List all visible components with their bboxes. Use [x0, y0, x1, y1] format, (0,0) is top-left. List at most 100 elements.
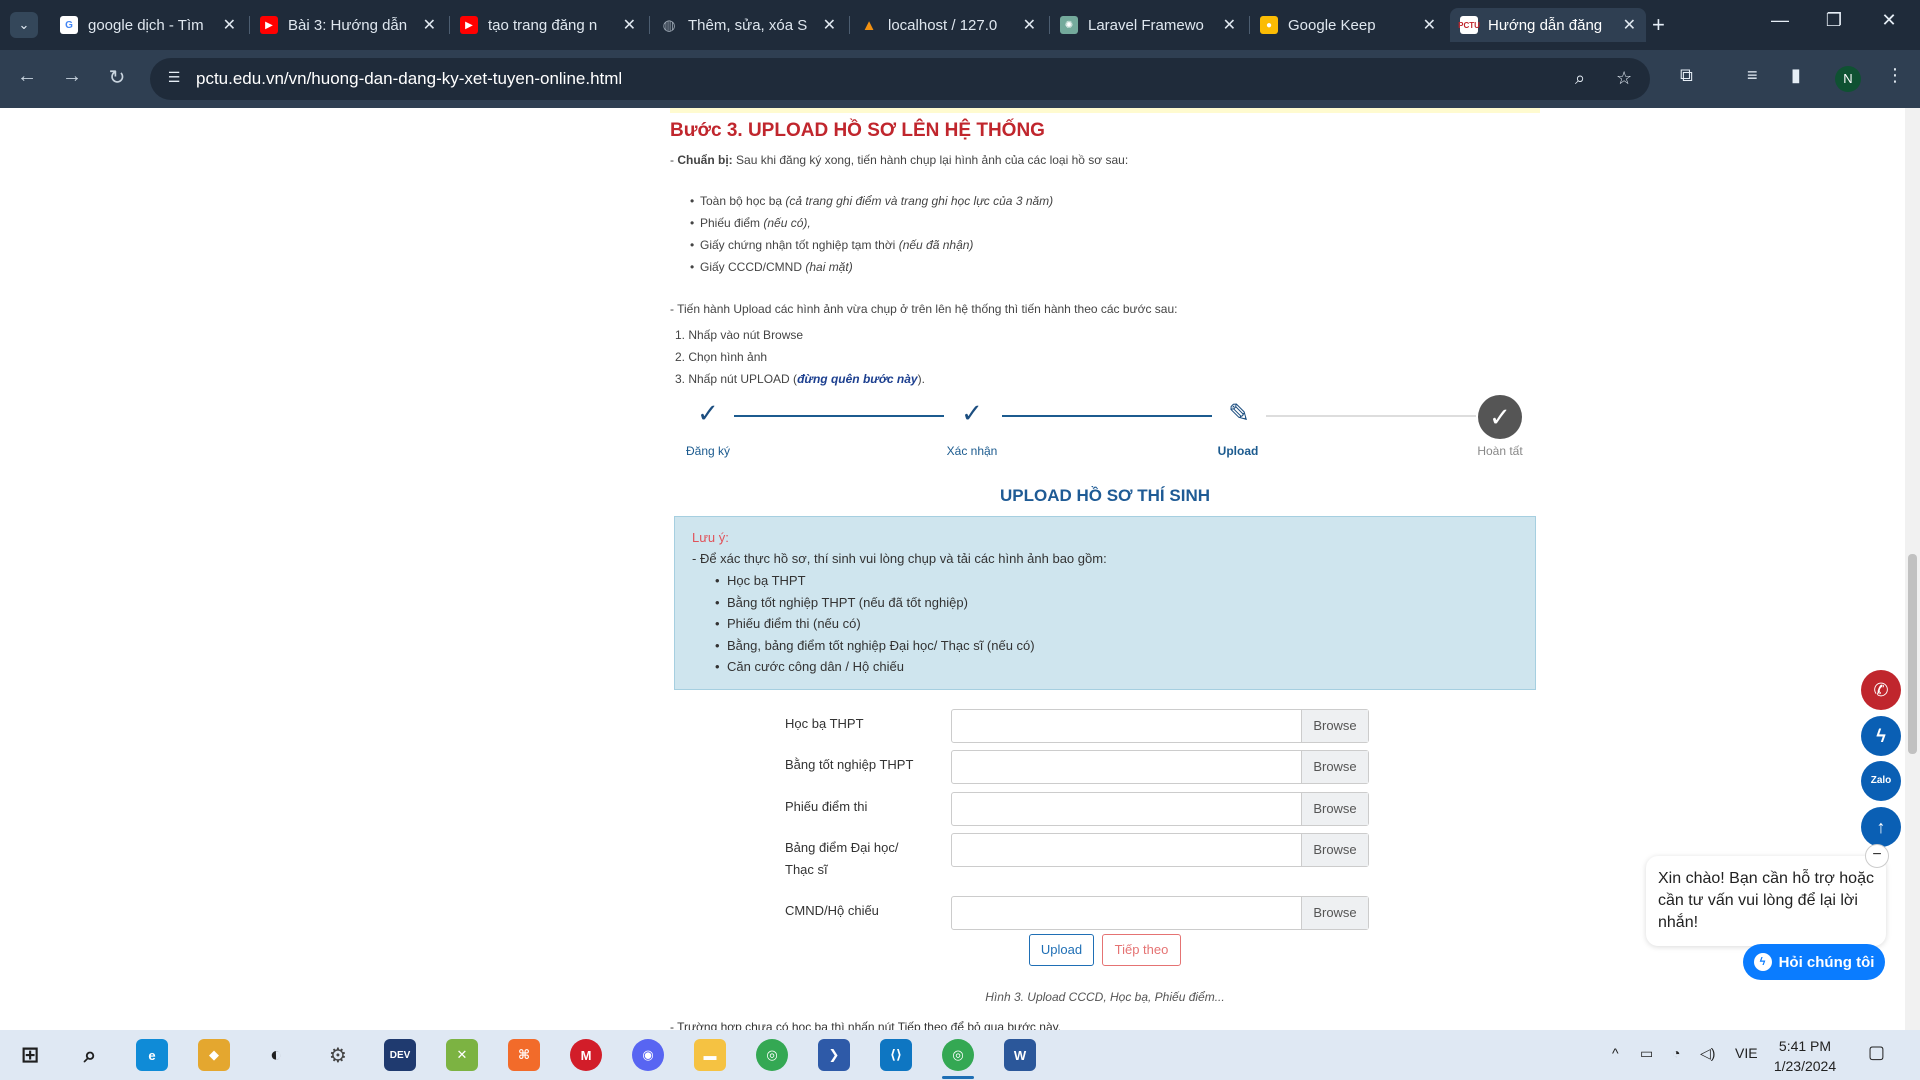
- site-info-icon[interactable]: ☰: [164, 69, 184, 89]
- vscode-icon[interactable]: ⟨⟩: [880, 1039, 912, 1071]
- checkmark-icon: ✓: [961, 398, 983, 428]
- media-controls-icon[interactable]: ≡: [1747, 65, 1758, 86]
- back-icon[interactable]: ←: [14, 65, 40, 88]
- close-window-icon[interactable]: ✕: [1874, 10, 1904, 31]
- close-icon[interactable]: ✕: [223, 15, 236, 35]
- stepper-line-pending: [1266, 415, 1476, 417]
- language-indicator[interactable]: VIE: [1735, 1045, 1758, 1061]
- close-icon[interactable]: ✕: [423, 15, 436, 35]
- xampp-icon[interactable]: ✕: [446, 1039, 478, 1071]
- tab-bai-3[interactable]: ▶ Bài 3: Hướng dẫn ✕: [250, 8, 446, 42]
- edge-icon[interactable]: e: [136, 1039, 168, 1071]
- browse-button[interactable]: Browse: [1301, 793, 1368, 825]
- file-input-cmnd[interactable]: Browse: [951, 896, 1369, 930]
- mindmanager-icon[interactable]: M: [570, 1039, 602, 1071]
- close-icon[interactable]: ✕: [1423, 15, 1436, 35]
- file-input-hoc-ba[interactable]: Browse: [951, 709, 1369, 743]
- tab-search-button[interactable]: ⌄: [10, 12, 38, 38]
- messenger-icon[interactable]: ϟ: [1861, 716, 1901, 756]
- step-label-xac-nhan: Xác nhận: [946, 444, 998, 458]
- zalo-icon[interactable]: Zalo: [1861, 761, 1901, 801]
- file-input-phieu-diem[interactable]: Browse: [951, 792, 1369, 826]
- chevron-up-icon[interactable]: ^: [1612, 1045, 1619, 1061]
- xampp-control-icon[interactable]: ⌘: [508, 1039, 540, 1071]
- windows-start-icon[interactable]: ⊞: [14, 1039, 46, 1071]
- file-input-bang-diem-dai-hoc[interactable]: Browse: [951, 833, 1369, 867]
- close-icon[interactable]: ✕: [623, 15, 636, 35]
- notification-icon[interactable]: ▢: [1868, 1042, 1885, 1063]
- tab-huong-dan[interactable]: PCTU Hướng dẫn đăng ✕: [1450, 8, 1646, 42]
- browse-button[interactable]: Browse: [1301, 710, 1368, 742]
- stepper-line-done: [734, 415, 944, 417]
- windows-taskbar: ⊞ ⌕ e ◆ ◐ ⚙ DEV ✕ ⌘ M ◉ ▬ ◎ ❯ ⟨⟩ ◎ W ^ ▭…: [0, 1030, 1920, 1080]
- close-icon[interactable]: ✕: [1223, 15, 1236, 35]
- new-tab-button[interactable]: +: [1652, 12, 1665, 38]
- game-controller-icon[interactable]: ◐: [260, 1039, 292, 1071]
- settings-gear-icon[interactable]: ⚙: [322, 1039, 354, 1071]
- word-icon[interactable]: W: [1004, 1039, 1036, 1071]
- system-clock[interactable]: 5:41 PM 1/23/2024: [1770, 1036, 1840, 1076]
- file-input-bang-tot-nghiep[interactable]: Browse: [951, 750, 1369, 784]
- google-icon: G: [60, 16, 78, 34]
- file-explorer-icon[interactable]: ▬: [694, 1039, 726, 1071]
- scroll-thumb[interactable]: [1908, 554, 1917, 754]
- close-icon[interactable]: ✕: [1023, 15, 1036, 35]
- upload-button[interactable]: Upload: [1029, 934, 1094, 966]
- chrome-icon[interactable]: ◎: [756, 1039, 788, 1071]
- bookmark-star-icon[interactable]: ☆: [1616, 68, 1632, 89]
- minimize-chat-icon[interactable]: −: [1865, 844, 1889, 868]
- url-text[interactable]: pctu.edu.vn/vn/huong-dan-dang-ky-xet-tuy…: [196, 69, 622, 89]
- tab-google-dich[interactable]: G google dịch - Tìm ✕: [50, 8, 246, 42]
- tab-localhost[interactable]: ▲ localhost / 127.0 ✕: [850, 8, 1046, 42]
- close-icon[interactable]: ✕: [1623, 15, 1636, 35]
- profile-avatar[interactable]: N: [1835, 66, 1861, 92]
- step-label-dang-ky: Đăng ký: [685, 444, 731, 458]
- clock-time: 5:41 PM: [1778, 1038, 1832, 1054]
- minimize-icon[interactable]: —: [1765, 10, 1795, 31]
- restore-icon[interactable]: ❐: [1819, 10, 1849, 31]
- item-text: Giấy chứng nhận tốt nghiệp tạm thời: [700, 238, 896, 252]
- battery-icon[interactable]: ▭: [1640, 1045, 1653, 1062]
- browser-toolbar: ← → ↻ ☰ pctu.edu.vn/vn/huong-dan-dang-ky…: [0, 50, 1920, 108]
- scroll-top-icon[interactable]: ↑: [1861, 807, 1901, 847]
- form-title: UPLOAD HỒ SƠ THÍ SINH: [999, 486, 1210, 505]
- extensions-icon[interactable]: ⧉: [1680, 65, 1693, 86]
- tab-tao-trang[interactable]: ▶ tạo trang đăng n ✕: [450, 8, 646, 42]
- zoom-icon[interactable]: ⌕: [1575, 68, 1585, 89]
- page-scrollbar[interactable]: [1905, 108, 1920, 1030]
- volume-icon[interactable]: ◁): [1700, 1045, 1715, 1062]
- notice-item: Căn cước công dân / Hộ chiếu: [715, 659, 904, 674]
- browse-button[interactable]: Browse: [1301, 751, 1368, 783]
- tab-them-sua-xoa[interactable]: ◍ Thêm, sửa, xóa S ✕: [650, 8, 846, 42]
- highlight-strip: [670, 108, 1540, 113]
- wifi-icon[interactable]: ◔: [1672, 1045, 1680, 1061]
- tab-laravel[interactable]: ✺ Laravel Framewo ✕: [1050, 8, 1246, 42]
- close-icon[interactable]: ✕: [823, 15, 836, 35]
- browse-button[interactable]: Browse: [1301, 897, 1368, 929]
- numbered-step: 2. Chọn hình ảnh: [675, 350, 768, 364]
- ask-us-button[interactable]: ϟ Hỏi chúng tôi: [1743, 944, 1885, 980]
- browse-button[interactable]: Browse: [1301, 834, 1368, 866]
- notice-title: Lưu ý:: [692, 530, 729, 545]
- step-heading: Bước 3. UPLOAD HỒ SƠ LÊN HỆ THỐNG: [670, 120, 1045, 141]
- devc-icon[interactable]: DEV: [384, 1039, 416, 1071]
- forward-icon[interactable]: →: [59, 65, 85, 88]
- discord-icon[interactable]: ◉: [632, 1039, 664, 1071]
- menu-icon[interactable]: ⋮: [1886, 65, 1904, 86]
- next-button[interactable]: Tiếp theo: [1102, 934, 1181, 966]
- chrome-profile-icon[interactable]: ◎: [942, 1039, 974, 1071]
- powershell-icon[interactable]: ❯: [818, 1039, 850, 1071]
- search-icon[interactable]: ⌕: [74, 1039, 106, 1071]
- active-app-indicator: [942, 1076, 974, 1079]
- virtualbox-icon[interactable]: ◆: [198, 1039, 230, 1071]
- address-bar[interactable]: ☰ pctu.edu.vn/vn/huong-dan-dang-ky-xet-t…: [150, 58, 1650, 100]
- tab-google-keep[interactable]: ● Google Keep ✕: [1250, 8, 1446, 42]
- notice-intro: - Để xác thực hồ sơ, thí sinh vui lòng c…: [692, 551, 1107, 566]
- page-viewport: Bước 3. UPLOAD HỒ SƠ LÊN HỆ THỐNG - Chuẩ…: [0, 108, 1920, 1030]
- ask-us-label: Hỏi chúng tôi: [1778, 953, 1875, 971]
- side-panel-icon[interactable]: ▮: [1791, 65, 1801, 86]
- tab-strip: ⌄ G google dịch - Tìm ✕ ▶ Bài 3: Hướng d…: [0, 0, 1920, 50]
- reload-icon[interactable]: ↻: [104, 65, 130, 90]
- phone-icon[interactable]: ✆: [1861, 670, 1901, 710]
- stepper-line-done: [1002, 415, 1212, 417]
